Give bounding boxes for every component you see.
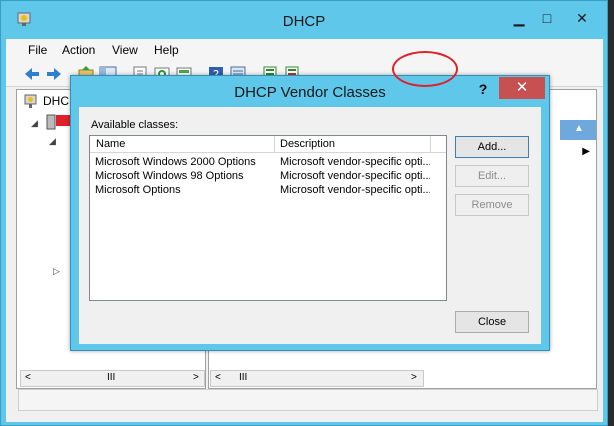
dhcp-tree-icon	[24, 94, 37, 108]
vendor-classes-list[interactable]: Name Description Microsoft Windows 2000 …	[89, 135, 447, 301]
class-name: Microsoft Windows 2000 Options	[95, 156, 256, 168]
main-close-button[interactable]: ✕	[559, 9, 605, 29]
tree-collapse-arrow[interactable]: ◢	[31, 118, 38, 129]
column-header-description[interactable]: Description	[280, 138, 335, 150]
scroll-thumb[interactable]: III	[107, 372, 115, 383]
results-hscrollbar[interactable]: < III >	[210, 370, 424, 387]
menu-file[interactable]: File	[28, 43, 47, 57]
class-description: Microsoft vendor-specific opti...	[280, 184, 430, 196]
column-header-name[interactable]: Name	[96, 138, 125, 150]
vendor-classes-dialog: DHCP Vendor Classes ? ✕ Available classe…	[70, 75, 550, 351]
tree-expand-arrow-2[interactable]: ▷	[53, 266, 60, 277]
remove-button[interactable]: Remove	[455, 194, 529, 216]
class-name: Microsoft Options	[95, 184, 181, 196]
minimize-button[interactable]: ▁	[506, 9, 532, 29]
list-item[interactable]: Microsoft Windows 2000 Options Microsoft…	[90, 156, 446, 170]
list-header: Name Description	[90, 136, 446, 153]
menu-view[interactable]: View	[112, 43, 138, 57]
back-arrow-icon[interactable]	[22, 64, 42, 84]
status-bar	[18, 389, 598, 411]
scroll-left-button[interactable]: <	[25, 372, 31, 383]
class-description: Microsoft vendor-specific opti...	[280, 170, 430, 182]
annotation-circle	[392, 51, 458, 87]
edit-button[interactable]: Edit...	[455, 165, 529, 187]
column-separator-2[interactable]	[430, 136, 431, 153]
expand-arrow-icon[interactable]: ▶	[582, 146, 590, 157]
scroll-right-button-2[interactable]: >	[411, 372, 417, 383]
scroll-left-button-2[interactable]: <	[215, 372, 221, 383]
scroll-thumb-2[interactable]: III	[239, 372, 247, 383]
scroll-right-button[interactable]: >	[193, 372, 199, 383]
actions-pane-header[interactable]: ▲	[560, 120, 596, 140]
class-name: Microsoft Windows 98 Options	[95, 170, 244, 182]
menu-help[interactable]: Help	[154, 43, 179, 57]
tree-collapse-arrow-2[interactable]: ◢	[49, 136, 56, 147]
main-title-bar[interactable]: DHCP ▁ □ ✕	[1, 1, 607, 39]
list-item[interactable]: Microsoft Windows 98 Options Microsoft v…	[90, 170, 446, 184]
add-button[interactable]: Add...	[455, 136, 529, 158]
tree-hscrollbar[interactable]: < III >	[20, 370, 205, 387]
dialog-help-button[interactable]: ?	[469, 79, 497, 99]
list-item[interactable]: Microsoft Options Microsoft vendor-speci…	[90, 184, 446, 198]
column-separator[interactable]	[274, 136, 275, 153]
menu-bar: File Action View Help	[6, 39, 603, 61]
available-classes-label: Available classes:	[91, 119, 179, 131]
close-button[interactable]: Close	[455, 311, 529, 333]
class-description: Microsoft vendor-specific opti...	[280, 156, 430, 168]
forward-arrow-icon[interactable]	[44, 64, 64, 84]
list-rows: Microsoft Windows 2000 Options Microsoft…	[90, 156, 446, 198]
maximize-button[interactable]: □	[534, 9, 560, 29]
dialog-body: Available classes: Name Description Micr…	[79, 107, 541, 344]
collapse-arrow-icon[interactable]: ▲	[574, 123, 584, 134]
dialog-close-x-button[interactable]: ✕	[499, 77, 545, 99]
menu-action[interactable]: Action	[62, 43, 95, 57]
